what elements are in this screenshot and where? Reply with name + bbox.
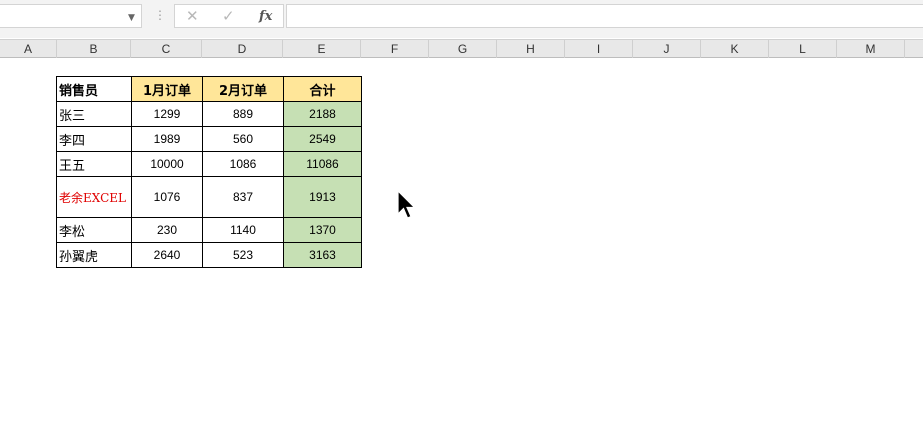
column-headers: A B C D E F G H I J K L M bbox=[0, 39, 923, 58]
close-icon[interactable]: ✕ bbox=[186, 7, 199, 25]
header-salesperson[interactable]: 销售员 bbox=[56, 76, 132, 102]
formula-bar-separator[interactable]: ⋮ bbox=[154, 8, 166, 22]
column-header-c[interactable]: C bbox=[131, 40, 202, 58]
cell-salesperson[interactable]: 张三 bbox=[56, 101, 132, 127]
column-header-j[interactable]: J bbox=[633, 40, 701, 58]
cell-salesperson[interactable]: 王五 bbox=[56, 151, 132, 177]
sales-table: 销售员 1月订单 2月订单 合计 张三 1299 889 2188 李四 198… bbox=[56, 76, 362, 268]
cell-total[interactable]: 1370 bbox=[283, 217, 362, 243]
fx-icon[interactable]: fx bbox=[259, 8, 272, 26]
cell-feb[interactable]: 889 bbox=[202, 101, 284, 127]
cell-jan[interactable]: 1989 bbox=[131, 126, 203, 152]
column-header-d[interactable]: D bbox=[202, 40, 283, 58]
column-header-b[interactable]: B bbox=[57, 40, 131, 58]
formula-input[interactable] bbox=[286, 4, 923, 28]
table-header-row: 销售员 1月订单 2月订单 合计 bbox=[56, 76, 362, 102]
formula-bar-buttons: ✕ ✓ fx bbox=[174, 4, 284, 28]
cell-feb[interactable]: 1086 bbox=[202, 151, 284, 177]
cell-jan[interactable]: 1299 bbox=[131, 101, 203, 127]
name-box[interactable]: ▼ bbox=[0, 4, 142, 28]
column-header-a[interactable]: A bbox=[0, 40, 57, 58]
column-header-m[interactable]: M bbox=[837, 40, 905, 58]
table-row: 李松 230 1140 1370 bbox=[56, 217, 362, 243]
check-icon[interactable]: ✓ bbox=[222, 7, 235, 25]
cell-feb[interactable]: 1140 bbox=[202, 217, 284, 243]
column-header-k[interactable]: K bbox=[701, 40, 769, 58]
cell-jan[interactable]: 1076 bbox=[131, 176, 203, 218]
header-jan-orders[interactable]: 1月订单 bbox=[131, 76, 203, 102]
chevron-down-icon[interactable]: ▼ bbox=[128, 13, 135, 23]
cell-total[interactable]: 3163 bbox=[283, 242, 362, 268]
column-header-e[interactable]: E bbox=[283, 40, 361, 58]
cell-total[interactable]: 2188 bbox=[283, 101, 362, 127]
cell-total[interactable]: 11086 bbox=[283, 151, 362, 177]
cell-salesperson[interactable]: 李四 bbox=[56, 126, 132, 152]
cell-total[interactable]: 2549 bbox=[283, 126, 362, 152]
cell-salesperson[interactable]: 李松 bbox=[56, 217, 132, 243]
formula-bar-area: ▼ ⋮ ✕ ✓ fx bbox=[0, 0, 923, 38]
cell-jan[interactable]: 230 bbox=[131, 217, 203, 243]
header-feb-orders[interactable]: 2月订单 bbox=[202, 76, 284, 102]
header-total[interactable]: 合计 bbox=[283, 76, 362, 102]
table-row: 老余EXCEL 1076 837 1913 bbox=[56, 176, 362, 218]
cell-feb[interactable]: 523 bbox=[202, 242, 284, 268]
cell-feb[interactable]: 837 bbox=[202, 176, 284, 218]
column-header-n-partial[interactable] bbox=[905, 40, 923, 58]
mouse-pointer-icon bbox=[397, 190, 416, 219]
column-header-l[interactable]: L bbox=[769, 40, 837, 58]
cell-jan[interactable]: 2640 bbox=[131, 242, 203, 268]
column-header-h[interactable]: H bbox=[497, 40, 565, 58]
cell-salesperson[interactable]: 孙翼虎 bbox=[56, 242, 132, 268]
cell-total[interactable]: 1913 bbox=[283, 176, 362, 218]
column-header-f[interactable]: F bbox=[361, 40, 429, 58]
column-header-g[interactable]: G bbox=[429, 40, 497, 58]
column-header-i[interactable]: I bbox=[565, 40, 633, 58]
table-row: 张三 1299 889 2188 bbox=[56, 101, 362, 127]
table-row: 李四 1989 560 2549 bbox=[56, 126, 362, 152]
table-row: 王五 10000 1086 11086 bbox=[56, 151, 362, 177]
cell-salesperson[interactable]: 老余EXCEL bbox=[56, 176, 132, 218]
cell-feb[interactable]: 560 bbox=[202, 126, 284, 152]
cell-jan[interactable]: 10000 bbox=[131, 151, 203, 177]
table-row: 孙翼虎 2640 523 3163 bbox=[56, 242, 362, 268]
